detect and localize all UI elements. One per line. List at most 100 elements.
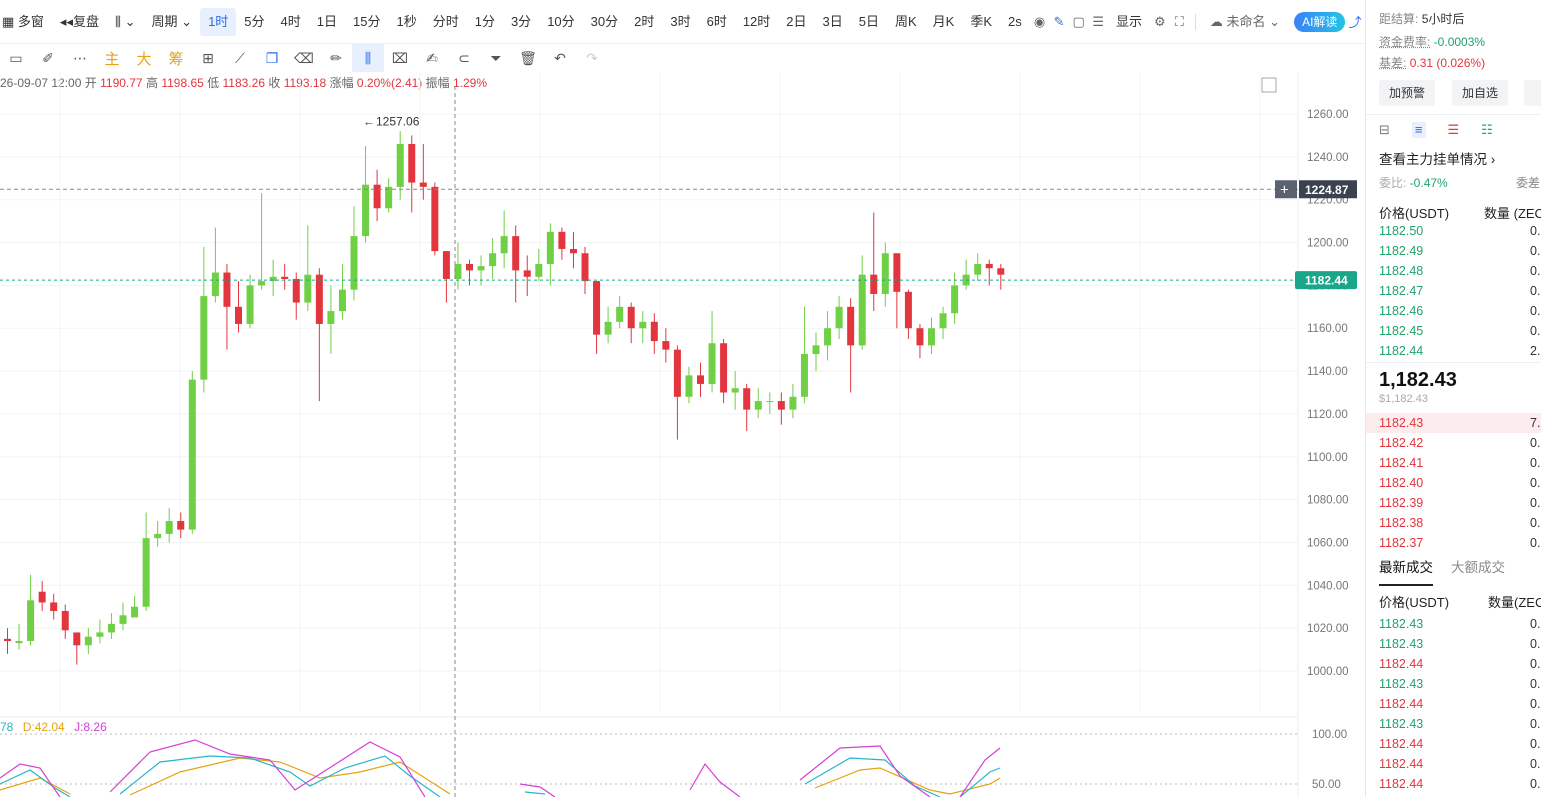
display-menu[interactable]: 显示	[1108, 8, 1150, 36]
candle-body	[581, 253, 589, 282]
price: 1182.40	[1379, 476, 1424, 490]
trade-price: 1182.44	[1379, 757, 1424, 771]
candlestick-chart[interactable]: 1260.001240.001220.001200.001180.001160.…	[0, 72, 1360, 797]
trade-price: 1182.43	[1379, 617, 1424, 631]
period-menu[interactable]: 周期 ⌄	[144, 8, 201, 36]
note-icon[interactable]: ▢	[1069, 8, 1089, 36]
period-15[interactable]: 2日	[778, 8, 814, 36]
period-14[interactable]: 12时	[735, 8, 778, 36]
asks-row[interactable]: 1182.44 2.	[1366, 341, 1541, 361]
candle-body	[466, 263, 473, 271]
asks-row[interactable]: 1182.45 0.	[1366, 321, 1541, 341]
asks-row[interactable]: 1182.50 0.	[1366, 221, 1541, 241]
fullscreen-icon[interactable]: ⛶	[1170, 8, 1190, 36]
candle-body	[777, 401, 785, 410]
chart-type-button[interactable]: ⫼ ⌄	[107, 8, 144, 36]
more-button[interactable]	[1524, 80, 1541, 106]
view-sell-icon[interactable]: ☰	[1448, 122, 1460, 138]
more-icon[interactable]: ⋯	[64, 44, 96, 72]
bids-row[interactable]: 1182.40 0.	[1366, 473, 1541, 493]
copy-icon[interactable]: ❐	[256, 44, 288, 72]
divider	[1366, 362, 1541, 363]
delete-icon[interactable]: ⌧	[384, 44, 416, 72]
brush-tool-icon[interactable]: ✐	[32, 44, 64, 72]
kdj-j-value: J:8.26	[74, 720, 107, 734]
period-7[interactable]: 1分	[467, 8, 503, 36]
candle-body	[338, 289, 346, 312]
period-0[interactable]: 1时	[200, 7, 237, 36]
period-3[interactable]: 1日	[309, 8, 345, 36]
big-order-icon[interactable]: 大	[128, 48, 160, 69]
view-both-icon[interactable]: ⊟	[1379, 122, 1390, 138]
rewind-icon: ◂◂	[59, 13, 73, 29]
bids-row[interactable]: 1182.42 0.	[1366, 433, 1541, 453]
tab-large-trades[interactable]: 大额成交	[1451, 558, 1505, 586]
asks-row[interactable]: 1182.48 0.	[1366, 261, 1541, 281]
bids-row[interactable]: 1182.38 0.	[1366, 513, 1541, 533]
period-18[interactable]: 周K	[887, 8, 925, 36]
camera-icon[interactable]: ◉	[1030, 8, 1050, 36]
refresh-interval[interactable]: 2s	[1000, 8, 1030, 36]
bids-row[interactable]: 1182.37 0.	[1366, 533, 1541, 553]
list-icon[interactable]: ☰	[1088, 8, 1108, 36]
cloud-icon: ☁	[1209, 13, 1227, 29]
period-8[interactable]: 3分	[503, 8, 539, 36]
undo-icon[interactable]: ↶	[544, 44, 576, 72]
ruler-icon[interactable]: ⟋	[224, 44, 256, 72]
period-4[interactable]: 15分	[345, 8, 388, 36]
period-12[interactable]: 3时	[662, 8, 698, 36]
candle-body	[881, 253, 889, 294]
candle-body	[685, 375, 693, 397]
period-9[interactable]: 10分	[539, 8, 582, 36]
indicator-icon[interactable]: ⊞	[192, 44, 224, 72]
candle-tool-icon[interactable]: ⫼	[352, 44, 384, 72]
period-19[interactable]: 月K	[925, 8, 963, 36]
redo-icon[interactable]: ↷	[576, 44, 608, 72]
period-5[interactable]: 1秒	[388, 8, 424, 36]
settings-icon[interactable]: ⚙	[1150, 8, 1170, 36]
view-buy-icon[interactable]: ≡	[1411, 122, 1426, 138]
period-2[interactable]: 4时	[273, 8, 309, 36]
asks-row[interactable]: 1182.49 0.	[1366, 241, 1541, 261]
bids-row[interactable]: 1182.39 0.	[1366, 493, 1541, 513]
filter-icon[interactable]: ⏷	[480, 44, 512, 72]
candle-body	[223, 272, 231, 307]
add-watchlist-button[interactable]: 加自选	[1452, 80, 1509, 106]
magnet-icon[interactable]: ⊂	[448, 44, 480, 72]
replay-button[interactable]: ◂◂复盘	[52, 8, 107, 36]
period-17[interactable]: 5日	[851, 8, 887, 36]
chips-icon[interactable]: 筹	[160, 48, 192, 69]
ai-interpret-button[interactable]: AI解读	[1294, 11, 1346, 32]
layout-save[interactable]: ☁ 未命名 ⌄	[1202, 8, 1288, 36]
trash-icon[interactable]: 🗑	[512, 44, 544, 72]
multi-window-button[interactable]: ▦ 多窗	[0, 8, 52, 36]
period-11[interactable]: 2时	[626, 8, 662, 36]
main-force-icon[interactable]: 主	[96, 48, 128, 69]
trade-qty: 0.	[1530, 657, 1541, 671]
period-13[interactable]: 6时	[699, 8, 735, 36]
bids-row[interactable]: 1182.43 7.	[1366, 413, 1541, 433]
expand-icon[interactable]	[1261, 77, 1277, 93]
y-tick-label: 1260.00	[1307, 109, 1349, 121]
asks-row[interactable]: 1182.46 0.	[1366, 301, 1541, 321]
rectangle-tool-icon[interactable]: ▭	[0, 44, 32, 72]
view-list-icon[interactable]: ☷	[1481, 122, 1493, 138]
edit-icon[interactable]: ✍	[416, 44, 448, 72]
add-alert-button[interactable]: 加预警	[1379, 80, 1436, 106]
candle-body	[616, 306, 624, 322]
period-16[interactable]: 3日	[815, 8, 851, 36]
eraser-icon[interactable]: ⌫	[288, 44, 320, 72]
period-10[interactable]: 30分	[583, 8, 626, 36]
asks-row[interactable]: 1182.47 0.	[1366, 281, 1541, 301]
share-icon[interactable]: ⤴	[1345, 8, 1365, 36]
period-20[interactable]: 季K	[962, 8, 1000, 36]
main-orders-link[interactable]: 查看主力挂单情况 ›	[1379, 148, 1495, 168]
bids-row[interactable]: 1182.41 0.	[1366, 453, 1541, 473]
pencil-icon[interactable]: ✏	[320, 44, 352, 72]
period-6[interactable]: 分时	[425, 8, 467, 36]
tab-latest-trades[interactable]: 最新成交	[1379, 558, 1433, 586]
pen-icon[interactable]: ✎	[1049, 8, 1069, 36]
candle-body	[477, 266, 485, 271]
trade-row: 1182.44 0.	[1366, 694, 1541, 714]
period-1[interactable]: 5分	[236, 8, 272, 36]
